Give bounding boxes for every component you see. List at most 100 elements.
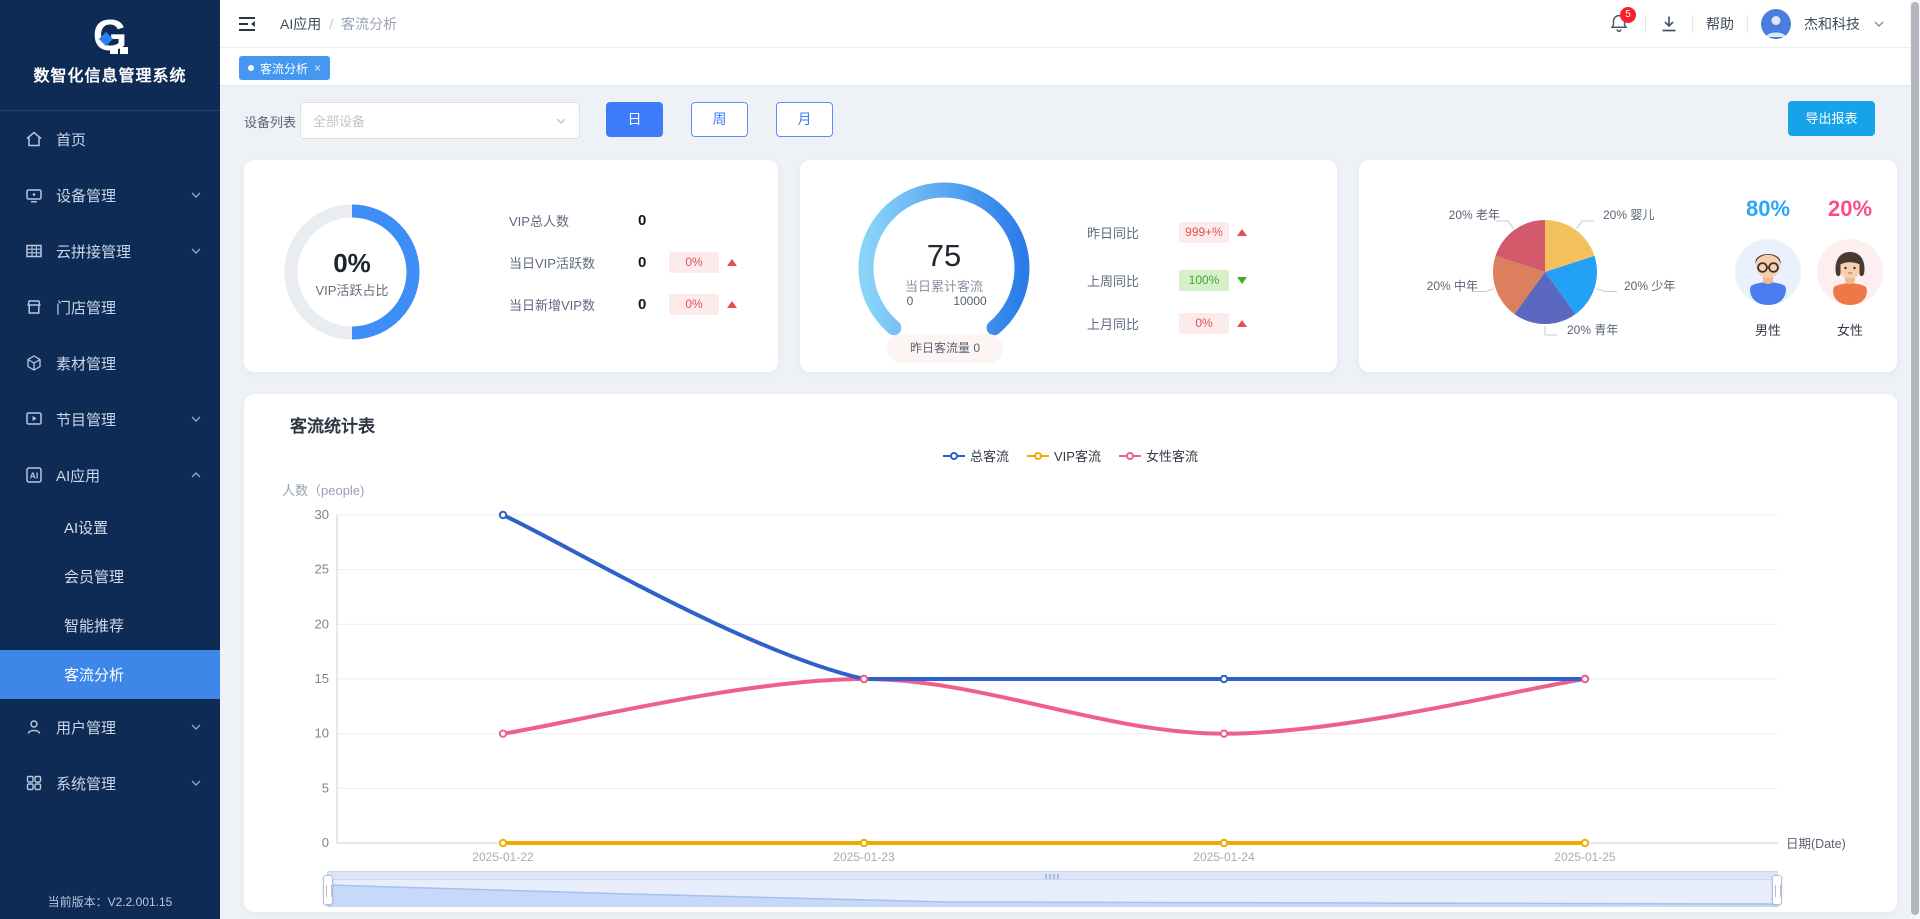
vip-stats-card: 0% VIP活跃占比 VIP总人数0当日VIP活跃数00%当日新增VIP数00% [244,160,778,372]
slider-left-handle[interactable] [323,875,333,905]
trend-up-icon [1237,229,1247,236]
svg-text:日期(Date): 日期(Date) [1786,837,1846,851]
device-list-label: 设备列表 [244,112,296,131]
male-percent: 80% [1726,196,1810,222]
trend-up-icon [727,259,737,266]
store-icon [24,297,44,317]
download-icon[interactable] [1659,14,1679,34]
svg-text:5: 5 [322,780,329,795]
vip-ring-percent: 0% [277,248,427,279]
range-day-button[interactable]: 日 [606,102,663,137]
chevron-down-icon [190,189,202,201]
svg-text:AI: AI [30,471,39,481]
pie-label-老年: 20% 老年 [1449,206,1500,223]
slider-grip-icon[interactable] [1045,874,1061,879]
stat-row: 昨日同比999+% [1087,220,1247,244]
stat-row: 上周同比100% [1087,268,1247,292]
app-logo-icon: G [0,10,220,62]
tab-customer-flow-analysis[interactable]: 客流分析 × [239,56,330,80]
sidebar-subitem-客流分析[interactable]: 客流分析 [0,650,220,699]
trend-badge: 0% [669,252,719,273]
svg-text:2025-01-25: 2025-01-25 [1554,850,1616,864]
tab-close-icon[interactable]: × [314,61,321,75]
female-avatar-icon [1817,239,1883,305]
female-percent: 20% [1808,196,1892,222]
sidebar-subitem-AI设置[interactable]: AI设置 [0,503,220,552]
pie-label-青年: 20% 青年 [1567,321,1618,338]
breadcrumb-parent[interactable]: AI应用 [280,14,321,34]
sidebar-subitem-会员管理[interactable]: 会员管理 [0,552,220,601]
slider-preview [328,880,1777,906]
svg-text:30: 30 [315,507,329,522]
export-report-button[interactable]: 导出报表 [1788,101,1875,136]
sidebar: G 数智化信息管理系统 首页设备管理云拼接管理门店管理素材管理节目管理AIAI应… [0,0,220,919]
chevron-down-icon[interactable] [1873,18,1885,30]
sidebar-item-用户管理[interactable]: 用户管理 [0,699,220,755]
help-link[interactable]: 帮助 [1706,14,1734,34]
page-scrollbar [1910,0,1920,919]
breadcrumb-separator: / [329,16,333,32]
stat-row: VIP总人数0 [509,208,669,232]
topbar-actions: 5 帮助 杰和科技 [1608,0,1885,48]
device-select-placeholder: 全部设备 [313,111,555,130]
svg-text:2025-01-24: 2025-01-24 [1193,850,1255,864]
sidebar-item-AI应用[interactable]: AIAI应用 [0,447,220,503]
sidebar-item-系统管理[interactable]: 系统管理 [0,755,220,811]
daily-flow-card: 75 当日累计客流 0 10000 昨日客流量 0 昨日同比999+% 上周同比1… [800,160,1337,372]
main-content: 设备列表 全部设备 日 周 月 导出报表 0% VIP活跃占比 VIP总人数0当… [220,86,1910,919]
svg-text:25: 25 [315,562,329,577]
gauge-value: 75 [849,238,1039,274]
svg-text:0: 0 [322,835,329,850]
version-label: 当前版本：V2.2.001.15 [0,893,220,910]
flow-statistics-card: 客流统计表 总客流VIP客流女性客流 人数（people) 0510152025… [244,394,1897,912]
gauge-min: 0 [895,294,925,308]
gauge-max: 10000 [940,294,1000,308]
sidebar-item-设备管理[interactable]: 设备管理 [0,167,220,223]
tab-active-dot-icon [248,65,254,71]
sidebar-item-门店管理[interactable]: 门店管理 [0,279,220,335]
tabbar: 客流分析 × [220,48,1910,86]
sidebar-menu: 首页设备管理云拼接管理门店管理素材管理节目管理AIAI应用AI设置会员管理智能推… [0,111,220,811]
svg-text:15: 15 [315,671,329,686]
male-label: 男性 [1726,320,1810,339]
menu-fold-icon[interactable] [237,14,257,34]
splice-icon [24,241,44,261]
range-week-button[interactable]: 周 [691,102,748,137]
sidebar-item-节目管理[interactable]: 节目管理 [0,391,220,447]
trend-badge: 0% [1179,313,1229,334]
sidebar-item-云拼接管理[interactable]: 云拼接管理 [0,223,220,279]
app-title: 数智化信息管理系统 [0,62,220,86]
sidebar-subitem-智能推荐[interactable]: 智能推荐 [0,601,220,650]
pie-label-中年: 20% 中年 [1427,277,1478,294]
system-icon [24,773,44,793]
topbar: AI应用 / 客流分析 5 帮助 杰和科技 [220,0,1910,48]
svg-text:10: 10 [315,726,329,741]
ai-icon: AI [24,465,44,485]
home-icon [24,129,44,149]
gauge-label: 当日累计客流 [849,276,1039,295]
user-avatar[interactable] [1761,9,1791,39]
yesterday-flow-pill: 昨日客流量 0 [887,334,1003,363]
scrollbar-thumb[interactable] [1911,2,1919,915]
trend-down-icon [1237,277,1247,284]
stat-row: 上月同比0% [1087,311,1247,335]
device-select[interactable]: 全部设备 [300,102,580,139]
notification-bell-icon[interactable]: 5 [1608,12,1632,36]
trend-up-icon [727,301,737,308]
range-month-button[interactable]: 月 [776,102,833,137]
pie-label-少年: 20% 少年 [1624,277,1675,294]
sidebar-item-素材管理[interactable]: 素材管理 [0,335,220,391]
company-name[interactable]: 杰和科技 [1804,14,1860,34]
svg-text:20: 20 [315,616,329,631]
demographics-card: 20% 婴儿 20% 少年 20% 青年 20% 中年 20% 老年 80% 20% [1359,160,1897,372]
breadcrumb: AI应用 / 客流分析 [280,0,397,48]
trend-badge: 0% [669,294,719,315]
datazoom-slider[interactable] [327,871,1778,907]
program-icon [24,409,44,429]
slider-right-handle[interactable] [1772,875,1782,905]
trend-up-icon [1237,320,1247,327]
chevron-down-icon [190,245,202,257]
breadcrumb-current: 客流分析 [341,14,397,34]
pie-label-婴儿: 20% 婴儿 [1603,206,1654,223]
sidebar-item-首页[interactable]: 首页 [0,111,220,167]
